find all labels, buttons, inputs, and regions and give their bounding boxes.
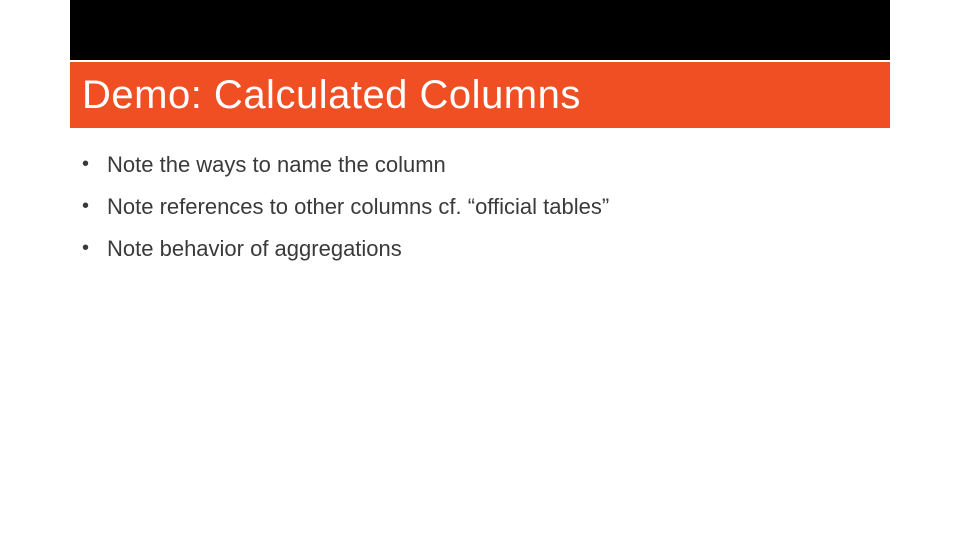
bullet-text: Note the ways to name the column [107, 152, 446, 178]
bullet-icon: • [82, 238, 89, 258]
top-black-band [70, 0, 890, 60]
list-item: • Note the ways to name the column [82, 152, 609, 178]
bullet-text: Note behavior of aggregations [107, 236, 402, 262]
slide-title: Demo: Calculated Columns [82, 73, 581, 118]
bullet-icon: • [82, 196, 89, 216]
bullet-icon: • [82, 154, 89, 174]
list-item: • Note behavior of aggregations [82, 236, 609, 262]
title-band: Demo: Calculated Columns [70, 62, 890, 128]
bullet-text: Note references to other columns cf. “of… [107, 194, 609, 220]
list-item: • Note references to other columns cf. “… [82, 194, 609, 220]
bullet-list: • Note the ways to name the column • Not… [82, 152, 609, 278]
